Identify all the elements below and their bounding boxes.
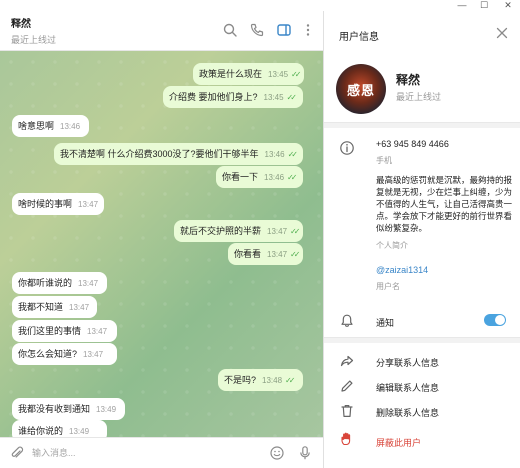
bell-icon xyxy=(341,314,353,327)
read-receipt-icon: ✓✓ xyxy=(287,173,298,182)
outgoing-message[interactable]: 你看一下 13:46 ✓✓ xyxy=(216,166,303,188)
toggle-knob xyxy=(495,315,505,325)
message-text: 你看看 xyxy=(234,249,262,259)
message-time: 13:48 xyxy=(262,376,283,385)
message-time: 13:49 xyxy=(96,405,117,414)
sidebar-toggle-icon[interactable] xyxy=(276,22,292,38)
read-receipt-icon: ✓✓ xyxy=(290,227,301,236)
profile-name: 释然 xyxy=(396,73,421,87)
notifications-toggle[interactable] xyxy=(484,314,506,326)
incoming-message[interactable]: 谁给你说的 13:49 xyxy=(12,420,107,437)
read-receipt-icon: ✓✓ xyxy=(291,70,302,79)
block-user-button[interactable]: 屏蔽此用户 xyxy=(376,436,421,449)
message-text: 就后不交护照的半薪 xyxy=(180,226,262,236)
incoming-message[interactable]: 你怎么会知道? 13:47 xyxy=(12,343,117,365)
message-text: 我都没有收到通知 xyxy=(18,404,91,414)
username-link[interactable]: @zaizai1314 xyxy=(376,265,428,275)
message-text: 政策是什么现在 xyxy=(199,69,263,79)
share-icon xyxy=(340,355,354,367)
user-info-panel: 用户信息 感恩 释然 最近上线过 +63 945 849 4466 手机 最高级… xyxy=(324,11,520,468)
block-hand-icon xyxy=(341,432,351,446)
profile-status: 最近上线过 xyxy=(396,92,442,102)
message-text: 谁给你说的 xyxy=(18,426,64,436)
emoji-icon[interactable] xyxy=(269,445,285,461)
message-text: 啥时候的事啊 xyxy=(18,199,73,209)
window-title-bar: — ☐ ✕ xyxy=(0,0,520,11)
search-icon[interactable] xyxy=(222,22,238,38)
message-time: 13:49 xyxy=(69,427,90,436)
phone-call-icon[interactable] xyxy=(249,22,265,38)
panel-title: 用户信息 xyxy=(339,32,379,43)
read-receipt-icon: ✓✓ xyxy=(285,376,296,385)
message-time: 13:47 xyxy=(83,350,104,359)
message-text: 我不清楚啊 什么介绍费3000没了?要他们干够半年 xyxy=(60,149,259,159)
message-time: 13:45 xyxy=(263,93,284,102)
outgoing-message[interactable]: 介绍费 要加他们身上? 13:45 ✓✓ xyxy=(163,86,303,108)
incoming-message[interactable]: 你都听谁说的 13:47 xyxy=(12,272,107,294)
avatar[interactable]: 感恩 xyxy=(336,64,386,114)
trash-icon xyxy=(341,405,353,417)
message-text: 啥意思啊 xyxy=(18,121,55,131)
bio-text[interactable]: 最高级的惩罚就是沉默，最夠持的报复就是无视，少在烂事上纠缠，少为不值得的人生气，… xyxy=(376,174,514,234)
incoming-message[interactable]: 我们这里的事情 13:47 xyxy=(12,320,117,342)
read-receipt-icon: ✓✓ xyxy=(287,150,299,159)
message-time: 13:47 xyxy=(78,279,99,288)
message-composer xyxy=(0,437,323,468)
message-text: 你怎么会知道? xyxy=(18,349,78,359)
chat-status: 最近上线过 xyxy=(11,35,57,45)
microphone-icon[interactable] xyxy=(297,445,313,461)
incoming-message[interactable]: 啥意思啊 13:46 xyxy=(12,115,89,137)
message-time: 13:47 xyxy=(267,227,288,236)
notifications-label: 通知 xyxy=(376,318,395,328)
chat-title[interactable]: 释然 xyxy=(11,15,31,30)
message-text: 你看一下 xyxy=(222,172,259,182)
message-time: 13:47 xyxy=(267,250,288,259)
telegram-window: — ☐ ✕ 释然 最近上线过 政策是什么现在 13:45 ✓✓ 介绍费 要加他们身上?… xyxy=(0,0,520,468)
outgoing-message[interactable]: 不是吗? 13:48 ✓✓ xyxy=(218,369,303,391)
message-text: 我都不知道 xyxy=(18,302,64,312)
maximize-icon[interactable]: ☐ xyxy=(472,0,496,11)
more-options-icon[interactable] xyxy=(300,22,316,38)
close-window-icon[interactable]: ✕ xyxy=(496,0,520,11)
read-receipt-icon: ✓✓ xyxy=(286,93,298,102)
edit-icon xyxy=(341,380,353,392)
message-text: 不是吗? xyxy=(224,375,257,385)
minimize-icon[interactable]: — xyxy=(450,0,474,11)
incoming-message[interactable]: 我都没有收到通知 13:49 xyxy=(12,398,125,420)
message-time: 13:46 xyxy=(264,150,285,159)
message-list[interactable]: 政策是什么现在 13:45 ✓✓ 介绍费 要加他们身上? 13:45 ✓✓ 啥意思啊 13:4… xyxy=(0,51,323,437)
phone-number[interactable]: +63 945 849 4466 xyxy=(376,139,449,149)
share-contact-button[interactable]: 分享联系人信息 xyxy=(376,356,439,369)
section-divider xyxy=(324,337,520,343)
chat-header: 释然 最近上线过 xyxy=(0,11,323,51)
outgoing-message[interactable]: 你看看 13:47 ✓✓ xyxy=(228,243,304,265)
incoming-message[interactable]: 我都不知道 13:47 xyxy=(12,296,97,318)
message-time: 13:47 xyxy=(78,200,99,209)
outgoing-message[interactable]: 政策是什么现在 13:45 ✓✓ xyxy=(193,63,305,85)
delete-contact-button[interactable]: 删除联系人信息 xyxy=(376,406,439,419)
section-divider xyxy=(324,122,520,128)
attach-icon[interactable] xyxy=(9,445,25,461)
message-time: 13:47 xyxy=(69,303,90,312)
message-time: 13:46 xyxy=(264,173,285,182)
phone-label: 手机 xyxy=(376,156,392,165)
message-time: 13:47 xyxy=(87,327,108,336)
message-text: 我们这里的事情 xyxy=(18,326,82,336)
message-time: 13:45 xyxy=(268,70,289,79)
message-text: 介绍费 要加他们身上? xyxy=(169,92,258,102)
outgoing-message[interactable]: 就后不交护照的半薪 13:47 ✓✓ xyxy=(174,220,304,242)
bio-label: 个人简介 xyxy=(376,241,408,250)
avatar-text: 感恩 xyxy=(346,83,375,98)
username-label: 用户名 xyxy=(376,282,400,291)
message-text: 你都听谁说的 xyxy=(18,278,73,288)
message-time: 13:46 xyxy=(60,122,81,131)
incoming-message[interactable]: 啥时候的事啊 13:47 xyxy=(12,193,105,215)
message-input[interactable] xyxy=(32,444,264,462)
info-icon xyxy=(340,141,354,155)
read-receipt-icon: ✓✓ xyxy=(290,250,301,259)
edit-contact-button[interactable]: 编辑联系人信息 xyxy=(376,381,439,394)
outgoing-message[interactable]: 我不清楚啊 什么介绍费3000没了?要他们干够半年 13:46 ✓✓ xyxy=(54,143,303,165)
close-panel-icon[interactable] xyxy=(494,25,510,41)
